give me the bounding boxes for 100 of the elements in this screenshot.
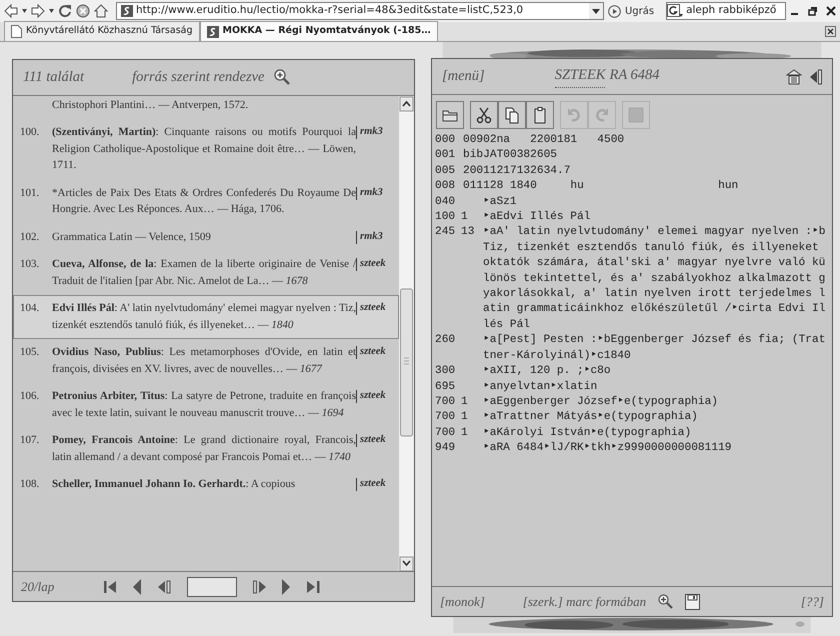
home-icon[interactable] bbox=[94, 4, 108, 18]
dropdown-arrow-icon[interactable] bbox=[49, 9, 54, 13]
marc-tag: 300 bbox=[435, 365, 456, 378]
marc-tag: 700 bbox=[435, 426, 456, 439]
previous-icon[interactable] bbox=[133, 578, 142, 595]
marc-tag: 008 bbox=[435, 180, 456, 192]
source-tag: szteek bbox=[360, 478, 386, 490]
marc-indicator: 1 bbox=[461, 426, 468, 439]
copy-icon bbox=[503, 106, 521, 124]
go-button[interactable]: Ugrás bbox=[624, 4, 654, 18]
zoom-icon[interactable] bbox=[274, 69, 290, 86]
menu-link[interactable]: [menü] bbox=[442, 66, 485, 88]
marc-field-content: ‣aTrattner Mátyás‣e(typographia) bbox=[483, 410, 699, 426]
result-row[interactable]: 104. Edvi Illés Pál: A' latin nyelvtudomány' elemei magyar nyelven : Tiz, tizenkét esztendős tanuló fiúk, és illyeneket… — 1840 szteek bbox=[13, 295, 399, 340]
result-number: 107. bbox=[20, 434, 40, 446]
marc-tag: 700 bbox=[435, 396, 456, 408]
result-text: (Szentiványi, Martin): Cinquante raisons ou motifs Pourquoi la Religion Catholique-Apostolique et Romaine doit être… — Löwen, 1711. bbox=[52, 125, 356, 174]
source-tag: rmk3 bbox=[360, 126, 383, 138]
marc-field-content: ‣aKárolyi István‣e(typographia) bbox=[483, 426, 692, 441]
marc-tag: 005 bbox=[435, 164, 456, 177]
result-text: Ovidius Naso, Publius: Les metamorphoses d'Ovide, en latin et françois, divisées en XV. livres, avec de nouvelles… — 1677 bbox=[52, 345, 356, 377]
save-icon[interactable] bbox=[685, 594, 700, 610]
next-icon[interactable] bbox=[282, 578, 292, 595]
back-arrow-icon[interactable] bbox=[4, 4, 18, 18]
marc-indicator: 1 bbox=[461, 411, 468, 424]
browser-tab[interactable]: MOKKA — Régi Nyomtatványok (-185… bbox=[200, 21, 438, 41]
monok-link[interactable]: [monok] bbox=[440, 592, 485, 612]
close-icon[interactable] bbox=[825, 26, 836, 37]
dropdown-arrow-icon[interactable] bbox=[22, 9, 27, 13]
result-row[interactable]: Christophori Plantini… — Antverpen, 1572. bbox=[13, 96, 399, 120]
page-number-field[interactable] bbox=[187, 576, 238, 597]
result-row[interactable]: 106. Petronius Arbiter, Titus: La satyre de Petrone, traduite en françois avec le texte latin, suivant le nouveau manuscrit trouve… — 1694 szteek bbox=[13, 383, 399, 428]
source-tag: szteek bbox=[360, 434, 386, 446]
marc-tag: 000 bbox=[435, 134, 456, 146]
address-field[interactable]: http://www.eruditio.hu/lectio/mokka-r?serial=48&3edit&state=listC,523,0 bbox=[116, 2, 604, 20]
result-number: 104. bbox=[20, 302, 40, 314]
result-text: Cueva, Alfonse, de la: Examen de la liberte originaire de Venise / Traduit de l'italien [par Abr. Nic. Amelot de La… — 1678 bbox=[52, 257, 356, 289]
reload-icon[interactable] bbox=[58, 4, 72, 18]
result-text: Pomey, Francois Antoine: Le grand dictionaire royal, Francois, latin allemand / a devant composé par Francois Pomai et… — 1740 bbox=[52, 433, 356, 465]
marc-field-content: ‣aEdvi Illés Pál bbox=[483, 210, 592, 226]
record-source-link[interactable]: SZTEEK bbox=[554, 65, 606, 88]
marc-tag: 040 bbox=[435, 196, 456, 208]
result-row[interactable]: 100. (Szentiványi, Martin): Cinquante raisons ou motifs Pourquoi la Religion Catholique-Apostolique et Romaine doit être… — Löwen, 1711. rmk3 bbox=[13, 119, 399, 180]
result-row[interactable]: 107. Pomey, Francois Antoine: Le grand dictionaire royal, Francois, latin allemand / a devant composé par Francois Pomai et… — 1740 szteek bbox=[13, 427, 399, 472]
result-count: 111 találat bbox=[23, 68, 84, 87]
scrollbar-drawing[interactable] bbox=[399, 96, 414, 572]
result-row[interactable]: 101. *Articles de Paix Des Etats & Ordres Confederés Du Royaume De Hongrie. Avec Les Réponces. Aux… — Hága, 1706. rmk3 bbox=[13, 180, 399, 224]
sort-label[interactable]: forrás szerint rendezve bbox=[132, 66, 264, 88]
close-icon[interactable] bbox=[826, 6, 836, 16]
save-icon bbox=[627, 106, 645, 124]
marc-field-content: ‣aXII, 120 p. ;‣c8o bbox=[483, 364, 612, 380]
result-row[interactable]: 108. Scheller, Immanuel Johann Io. Gerhardt.: A copious szteek bbox=[13, 471, 399, 499]
restore-icon[interactable] bbox=[808, 6, 818, 16]
result-text: Christophori Plantini… — Antverpen, 1572. bbox=[52, 98, 250, 113]
source-tag: rmk3 bbox=[360, 230, 383, 242]
result-row[interactable]: 102. Grammatica Latin — Velence, 1509 rmk3 bbox=[13, 224, 399, 252]
marc-field-content: 011128 1840 hu hun bbox=[463, 179, 740, 194]
source-tag: szteek bbox=[360, 390, 386, 402]
marc-tag: 260 bbox=[435, 334, 456, 346]
cut-button[interactable] bbox=[470, 101, 498, 129]
marc-indicator: 13 bbox=[461, 226, 474, 238]
first-page-icon[interactable] bbox=[104, 580, 118, 594]
result-number: 103. bbox=[20, 258, 40, 270]
collapse-icon[interactable] bbox=[810, 68, 822, 84]
undo-icon bbox=[565, 106, 583, 124]
marc-tag: 001 bbox=[435, 149, 456, 162]
next-page-icon[interactable] bbox=[253, 580, 266, 594]
browser-tab[interactable]: Könyvtárellátó Közhasznú Társaság bbox=[4, 21, 200, 41]
go-icon[interactable] bbox=[608, 4, 621, 18]
record-call-number: RA 6484 bbox=[609, 66, 660, 86]
site-icon bbox=[206, 26, 219, 38]
result-number: 100. bbox=[20, 126, 40, 138]
marc-tag: 695 bbox=[435, 380, 456, 392]
dropdown-button-icon[interactable] bbox=[588, 3, 603, 19]
stop-icon[interactable] bbox=[76, 4, 90, 18]
result-number: 105. bbox=[20, 346, 40, 358]
marc-format-link[interactable]: [szerk.] marc formában bbox=[522, 592, 646, 612]
zoom-icon[interactable] bbox=[658, 594, 674, 609]
marc-field-content: 20011217132634.7 bbox=[463, 164, 572, 179]
forward-arrow-icon[interactable] bbox=[31, 4, 45, 18]
marc-field-content: 00902na 2200181 4500 bbox=[463, 133, 626, 148]
home-icon[interactable] bbox=[786, 68, 802, 84]
result-text: Grammatica Latin — Velence, 1509 bbox=[52, 230, 212, 245]
paste-button[interactable] bbox=[526, 101, 554, 129]
search-field[interactable]: aleph rabbiképző bbox=[666, 2, 786, 20]
marc-tag: 100 bbox=[435, 211, 456, 224]
result-number: 108. bbox=[20, 478, 40, 490]
search-engine-icon[interactable] bbox=[667, 4, 684, 18]
help-link[interactable]: [??] bbox=[800, 592, 824, 612]
last-page-icon[interactable] bbox=[307, 580, 320, 594]
result-number: 102. bbox=[20, 230, 40, 243]
copy-button[interactable] bbox=[498, 101, 526, 129]
source-tag: rmk3 bbox=[360, 186, 383, 198]
open-button[interactable] bbox=[436, 101, 464, 129]
marc-field-content: ‣aRA 6484‣lJ/RK‣tkh‣z9990000000081119 bbox=[483, 441, 732, 456]
marc-field-content: ‣a[Pest] Pesten :‣bEggenberger József és fia; (Trattner-Károlyinál)‣c1840 bbox=[483, 333, 826, 364]
marc-field-content: ‣aA' latin nyelvtudomány' elemei magyar nyelven :‣bTiz, tizenkét esztendős tanuló fiúk, és illyeneket oktatók számára, átal'ski a' magyar nyelvre való különös tekintettel, és a' szabályokhoz alkalmazott gyakorlásokkal, a' latin nyelven irott terjedelmes latin grammaticáinkhoz előkészületűl /‣cirta Edvi Illés Pál bbox=[483, 225, 826, 333]
previous-page-icon[interactable] bbox=[158, 580, 172, 594]
result-row[interactable]: 103. Cueva, Alfonse, de la: Examen de la liberte originaire de Venise / Traduit de l'italien [par Abr. Nic. Amelot de La… — 1678 szteek bbox=[13, 251, 399, 296]
result-row[interactable]: 105. Ovidius Naso, Publius: Les metamorphoses d'Ovide, en latin et françois, divisées en XV. livres, avec de nouvelles… — 1677 szteek bbox=[13, 339, 399, 384]
